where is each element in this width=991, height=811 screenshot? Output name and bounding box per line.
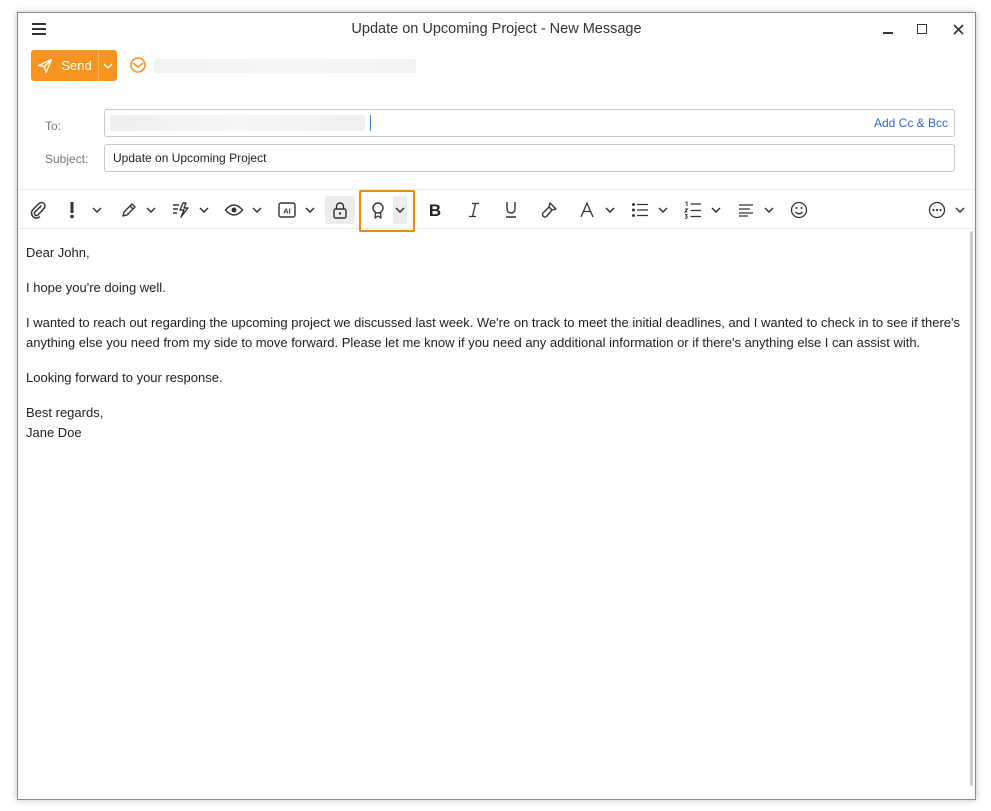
read-receipt-dropdown[interactable] — [250, 196, 264, 224]
attach-button[interactable] — [26, 196, 50, 224]
subject-field[interactable]: Update on Upcoming Project — [104, 144, 955, 172]
to-label: To: — [45, 119, 62, 133]
chevron-down-icon — [199, 207, 209, 213]
quick-text-button[interactable] — [170, 196, 192, 224]
align-left-icon — [739, 204, 753, 217]
title-bar: Update on Upcoming Project - New Message — [18, 13, 975, 47]
from-address-redacted[interactable] — [154, 59, 416, 73]
message-body[interactable]: Dear John, I hope you're doing well. I w… — [26, 243, 961, 443]
focus-highlight-box — [359, 190, 415, 232]
send-icon — [38, 58, 53, 73]
add-cc-bcc-link[interactable]: Add Cc & Bcc — [874, 116, 948, 130]
bullet-list-dropdown[interactable] — [656, 196, 670, 224]
italic-button[interactable] — [463, 196, 485, 224]
signature-button[interactable] — [118, 196, 140, 224]
align-dropdown[interactable] — [762, 196, 776, 224]
body-line: I hope you're doing well. — [26, 280, 166, 295]
underline-icon — [506, 202, 516, 218]
close-button[interactable] — [943, 19, 973, 39]
ai-assistant-button[interactable]: AI — [276, 196, 298, 224]
font-icon — [580, 201, 594, 218]
chevron-down-icon — [764, 207, 774, 213]
chevron-down-icon — [146, 207, 156, 213]
eye-icon — [224, 204, 244, 216]
compose-window: Update on Upcoming Project - New Message… — [17, 12, 976, 800]
chevron-down-icon — [252, 207, 262, 213]
more-icon — [928, 201, 946, 219]
recipient-redacted[interactable] — [110, 115, 365, 131]
chevron-down-icon — [103, 62, 113, 69]
bold-icon: B — [429, 202, 441, 218]
send-options-dropdown[interactable] — [99, 50, 117, 81]
numbered-list-icon — [684, 201, 701, 219]
text-caret — [370, 115, 371, 131]
chevron-down-icon — [658, 207, 668, 213]
signature-dropdown[interactable] — [144, 196, 158, 224]
font-button[interactable] — [577, 196, 597, 224]
send-button-group: Send — [31, 50, 117, 81]
minimize-button[interactable] — [873, 19, 903, 39]
font-dropdown[interactable] — [603, 196, 617, 224]
importance-dropdown[interactable] — [90, 196, 104, 224]
bullet-list-icon — [632, 203, 648, 217]
importance-button[interactable] — [64, 196, 80, 224]
to-field[interactable]: Add Cc & Bcc — [104, 109, 955, 137]
sign-off: Best regards, — [26, 405, 104, 420]
lock-icon — [333, 202, 347, 219]
close-icon — [952, 23, 964, 35]
read-receipt-button[interactable] — [223, 196, 245, 224]
encrypt-button[interactable] — [325, 196, 355, 224]
vertical-scrollbar[interactable] — [970, 231, 973, 786]
paintbrush-icon — [541, 202, 557, 218]
chevron-down-icon — [955, 207, 965, 213]
more-options-dropdown[interactable] — [953, 196, 967, 224]
chevron-down-icon — [92, 207, 102, 213]
send-button[interactable]: Send — [31, 50, 99, 81]
smiley-icon — [790, 201, 808, 219]
numbered-list-dropdown[interactable] — [709, 196, 723, 224]
format-painter-button[interactable] — [538, 196, 560, 224]
bullet-list-button[interactable] — [629, 196, 651, 224]
exclamation-icon — [70, 202, 74, 219]
pen-icon — [122, 203, 136, 217]
more-options-button[interactable] — [926, 196, 948, 224]
ai-icon: AI — [278, 202, 296, 218]
bold-button[interactable]: B — [424, 196, 446, 224]
maximize-button[interactable] — [907, 19, 937, 39]
emoji-button[interactable] — [788, 196, 810, 224]
align-button[interactable] — [735, 196, 757, 224]
italic-icon — [469, 202, 479, 218]
lightning-text-icon — [173, 202, 189, 218]
chevron-down-icon — [605, 207, 615, 213]
ai-assistant-dropdown[interactable] — [303, 196, 317, 224]
signature: Jane Doe — [26, 425, 82, 440]
underline-button[interactable] — [500, 196, 522, 224]
numbered-list-button[interactable] — [682, 196, 704, 224]
quick-text-dropdown[interactable] — [197, 196, 211, 224]
body-paragraph: I wanted to reach out regarding the upco… — [26, 315, 961, 350]
window-title: Update on Upcoming Project - New Message — [351, 21, 642, 37]
paperclip-icon — [30, 201, 46, 219]
greeting: Dear John, — [26, 245, 90, 260]
send-label: Send — [61, 58, 92, 73]
chevron-down-icon — [305, 207, 315, 213]
subject-label: Subject: — [45, 152, 89, 166]
svg-text:B: B — [429, 202, 441, 218]
chevron-down-icon — [711, 207, 721, 213]
from-account-icon[interactable] — [128, 56, 148, 74]
closing-line: Looking forward to your response. — [26, 370, 223, 385]
formatting-toolbar: AI B — [18, 189, 975, 232]
svg-text:AI: AI — [283, 207, 291, 216]
